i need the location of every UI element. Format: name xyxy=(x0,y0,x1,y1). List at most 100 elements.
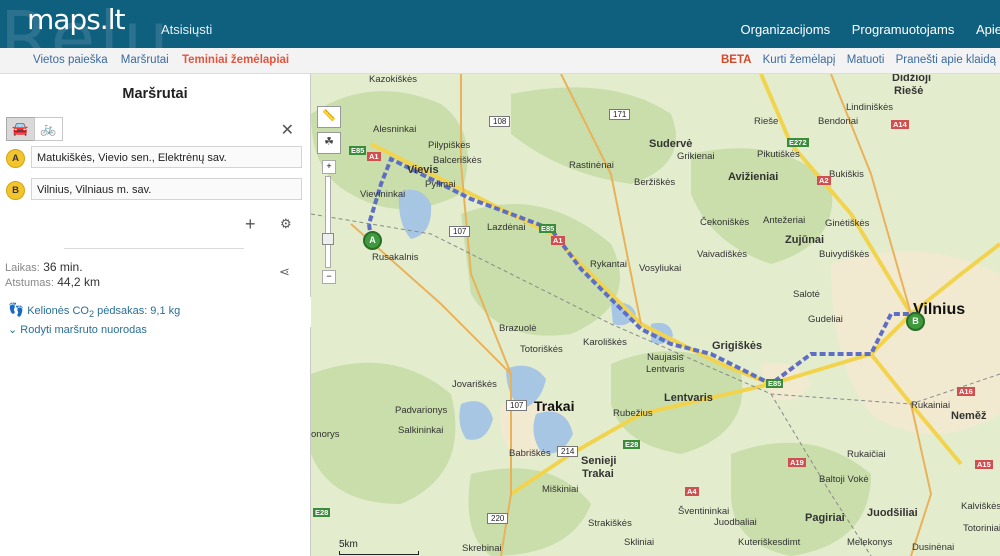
zoom-out-button[interactable]: − xyxy=(322,270,336,284)
map-place-label: Pilypiškės xyxy=(428,140,471,151)
map-place-label: Trakai xyxy=(582,468,614,480)
map-place-label: Salkininkai xyxy=(398,425,444,436)
map-place-label: Grigiškės xyxy=(712,340,763,352)
create-map-link[interactable]: Kurti žemėlapį xyxy=(763,54,836,66)
map-place-label: Vaivadiškės xyxy=(697,249,747,260)
map-place-label: Dusinėnai xyxy=(912,542,955,553)
map-place-label: Kazokiškės xyxy=(369,74,418,85)
route-end-marker[interactable]: B xyxy=(906,312,925,331)
map-place-label: Antežeriai xyxy=(763,215,806,226)
maps-lt-logo[interactable]: maps.lt xyxy=(27,3,125,36)
zoom-slider-handle[interactable] xyxy=(322,233,334,245)
close-icon[interactable]: ✕ xyxy=(281,120,294,140)
map-place-label: Jovariškės xyxy=(452,379,497,390)
route-start-marker[interactable]: A xyxy=(363,231,382,250)
tab-thematic-maps[interactable]: Teminiai žemėlapiai xyxy=(182,54,289,66)
stop-b-badge: B xyxy=(6,181,25,200)
map-place-label: Senieji xyxy=(581,455,617,467)
zoom-slider[interactable] xyxy=(322,176,334,268)
add-stop-icon[interactable]: + xyxy=(245,214,256,235)
directions-label: Rodyti maršruto nuorodas xyxy=(20,324,147,336)
map-place-label: Juodšiliai xyxy=(867,507,918,519)
map-place-label: Rusakalnis xyxy=(372,252,419,263)
road-number: 214 xyxy=(557,446,579,457)
map-place-label: Vievininkai xyxy=(360,189,406,200)
stop-a-badge: A xyxy=(6,149,25,168)
measure-ruler-button[interactable]: 📏 xyxy=(317,106,341,128)
route-distance: Atstumas: 44,2 km xyxy=(5,275,100,289)
map-place-label: Grikienai xyxy=(677,151,715,162)
sub-navigation: Vietos paieška Maršrutai Teminiai žemėla… xyxy=(0,48,1000,74)
map-place-label: Rukainiai xyxy=(911,400,951,411)
measure-link[interactable]: Matuoti xyxy=(847,54,885,66)
road-number: E28 xyxy=(623,440,641,449)
tab-place-search[interactable]: Vietos paieška xyxy=(33,54,108,66)
map-place-label: Melekonys xyxy=(847,537,893,548)
map-place-label: Zujūnai xyxy=(785,234,825,246)
zoom-in-button[interactable]: + xyxy=(322,160,336,174)
road-number: E272 xyxy=(787,138,809,147)
nav-about[interactable]: Apie xyxy=(976,22,1000,37)
co2-label: Kelionės CO xyxy=(27,305,89,317)
road-number: A19 xyxy=(788,458,806,467)
chevron-down-icon: ⌄ xyxy=(8,324,18,336)
map-place-label: Trakai xyxy=(534,398,575,414)
map-place-label: Didžioji xyxy=(892,74,932,84)
map-place-label: Balceriškės xyxy=(433,155,482,166)
road-number: E85 xyxy=(349,146,367,155)
report-error-link[interactable]: Pranešti apie klaidą xyxy=(896,54,996,66)
share-icon[interactable]: ⋖ xyxy=(279,264,290,280)
map-place-label: Naujasis xyxy=(647,352,684,363)
road-number: A1 xyxy=(551,236,565,245)
destination-field[interactable]: Vilnius, Vilniaus m. sav. xyxy=(31,178,302,200)
road-number: A16 xyxy=(957,387,975,396)
time-value: 36 min. xyxy=(43,260,83,274)
map-place-label: Baltoji Vokė xyxy=(819,474,869,485)
map-place-label: Karoliškės xyxy=(583,337,627,348)
route-options-icon[interactable]: ⚙ xyxy=(280,216,292,232)
map-place-label: Pagiriai xyxy=(805,512,845,524)
map-place-label: onorys xyxy=(311,429,340,440)
map-place-label: Beržiškės xyxy=(634,177,676,188)
road-number: 108 xyxy=(489,116,511,127)
map-place-label: Kalviškės xyxy=(961,501,1000,512)
road-number: E85 xyxy=(766,379,784,388)
map-place-label: Bendoriai xyxy=(818,116,859,127)
travel-mode-selector: 🚘 🚲 xyxy=(6,117,63,141)
top-bar: Relu maps.lt Atsisiųsti Organizacijoms P… xyxy=(0,0,1000,48)
map-place-label: Alesninkai xyxy=(373,124,417,135)
road-number: 171 xyxy=(609,109,631,120)
map-layer-button[interactable]: ☘ xyxy=(317,132,341,154)
map-place-label: Rastinėnai xyxy=(569,160,614,171)
app-download-link[interactable]: Atsisiųsti xyxy=(157,22,212,37)
route-time: Laikas: 36 min. xyxy=(5,260,83,274)
nav-organizations[interactable]: Organizacijoms xyxy=(741,22,831,37)
map-place-label: Ginėtiškės xyxy=(825,218,870,229)
ruler-icon: 📏 xyxy=(322,110,336,122)
map-place-label: Pikutiškės xyxy=(757,149,800,160)
map-place-label: Rukaičiai xyxy=(847,449,886,460)
origin-field[interactable]: Matukiškės, Vievio sen., Elektrėnų sav. xyxy=(31,146,302,168)
map-view[interactable]: Kazokiškės Alesninkai Pilypiškės Balceri… xyxy=(311,74,1000,556)
map-place-label: Čekoniškės xyxy=(700,217,750,228)
map-place-label: Riešė xyxy=(894,85,924,97)
show-directions-link[interactable]: ⌄ Rodyti maršruto nuorodas xyxy=(8,323,147,336)
routes-panel: Maršrutai 🚘 🚲 ✕ A Matukiškės, Vievio sen.… xyxy=(0,74,311,556)
map-place-label: Lentvaris xyxy=(646,364,685,375)
co2-value: pėdsakas: 9,1 kg xyxy=(94,305,181,317)
road-number: 220 xyxy=(487,513,509,524)
map-place-label: Totoriškės xyxy=(520,344,563,355)
map-place-label: Salotė xyxy=(793,289,820,300)
tab-routes[interactable]: Maršrutai xyxy=(121,54,169,66)
map-place-label: Avižieniai xyxy=(728,171,779,183)
bicycle-mode-button[interactable]: 🚲 xyxy=(34,117,63,141)
map-place-label: Miškiniai xyxy=(542,484,579,495)
map-scale-bar xyxy=(339,551,419,555)
car-mode-button[interactable]: 🚘 xyxy=(6,117,35,141)
divider xyxy=(64,248,244,249)
map-place-label: Lindiniškės xyxy=(846,102,893,113)
co2-footprint[interactable]: 👣 Kelionės CO2 pėdsakas: 9,1 kg xyxy=(8,302,180,319)
beta-badge: BETA xyxy=(720,54,752,66)
map-place-label: Rubežius xyxy=(613,408,653,419)
nav-developers[interactable]: Programuotojams xyxy=(852,22,955,37)
